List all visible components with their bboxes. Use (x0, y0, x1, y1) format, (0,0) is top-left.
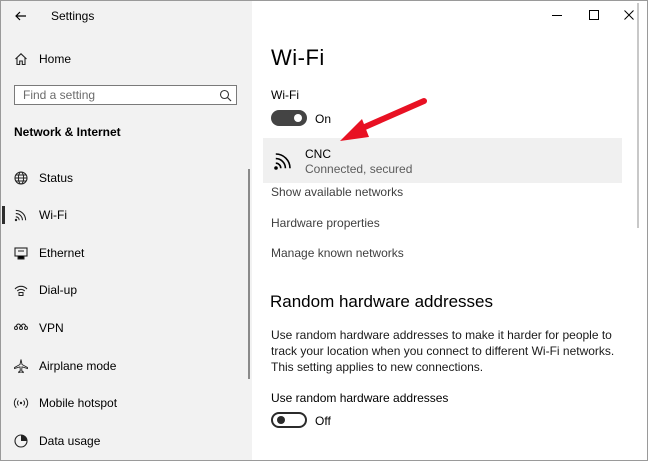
sidebar-item-ethernet[interactable]: Ethernet (1, 238, 252, 268)
data-usage-icon (14, 434, 28, 448)
sidebar-item-status[interactable]: Status (1, 163, 252, 193)
toggle-knob (277, 416, 285, 424)
random-hw-toggle-label: Use random hardware addresses (271, 391, 449, 405)
back-arrow-icon (15, 11, 26, 21)
dialup-icon (14, 285, 28, 296)
globe-icon (14, 171, 28, 185)
sidebar-item-mobile-hotspot[interactable]: Mobile hotspot (1, 388, 252, 418)
section-title: Network & Internet (14, 125, 121, 139)
vpn-icon (14, 323, 28, 330)
search-box[interactable] (14, 85, 237, 105)
annotation-arrow-icon (340, 98, 427, 141)
settings-window: Settings Home Network & Internet Status (0, 0, 648, 461)
title-bar: Settings (1, 1, 252, 31)
sidebar-item-label: Data usage (39, 434, 101, 448)
selection-indicator (2, 206, 5, 224)
maximize-button[interactable] (577, 1, 611, 29)
sidebar-item-label: Mobile hotspot (39, 396, 118, 410)
sidebar-item-wifi[interactable]: Wi-Fi (1, 200, 252, 230)
app-title: Settings (51, 9, 95, 23)
airplane-icon (14, 359, 28, 374)
random-hw-toggle-state: Off (315, 414, 331, 428)
hotspot-icon (13, 397, 29, 409)
close-button[interactable] (612, 1, 646, 29)
minimize-icon (552, 15, 562, 16)
page-title: Wi-Fi (271, 45, 325, 70)
sidebar-item-label: Dial-up (39, 283, 78, 297)
wifi-toggle-state: On (315, 112, 332, 126)
connected-network[interactable]: CNC Connected, secured (263, 138, 622, 183)
sidebar-item-label: Wi-Fi (39, 208, 67, 222)
sidebar-item-label: Status (39, 171, 74, 185)
wifi-toggle-label: Wi-Fi (271, 88, 299, 102)
sidebar-item-label: Ethernet (39, 246, 85, 260)
random-hw-toggle[interactable] (271, 412, 307, 428)
sidebar-item-dialup[interactable]: Dial-up (1, 275, 252, 305)
manage-known-networks-link[interactable]: Manage known networks (271, 246, 404, 260)
main-content: Wi-Fi Wi-Fi On CNC Connected, secured Sh… (252, 1, 647, 460)
wifi-signal-icon (274, 153, 291, 170)
search-input[interactable] (23, 88, 213, 102)
minimize-button[interactable] (540, 1, 574, 29)
sidebar-item-data-usage[interactable]: Data usage (1, 426, 252, 456)
ethernet-icon (14, 247, 28, 260)
back-button[interactable] (11, 6, 31, 26)
wifi-toggle[interactable] (271, 110, 307, 126)
toggle-knob (294, 114, 302, 122)
network-name: CNC (305, 147, 331, 161)
search-icon[interactable] (219, 89, 232, 102)
maximize-icon (589, 10, 599, 20)
home-link[interactable]: Home (1, 49, 252, 71)
sidebar-item-label: VPN (39, 321, 64, 335)
wifi-icon (14, 209, 27, 222)
sidebar-item-vpn[interactable]: VPN (1, 313, 252, 343)
network-status: Connected, secured (305, 162, 413, 176)
sidebar-scrollbar[interactable] (248, 169, 250, 379)
sidebar-item-label: Airplane mode (39, 359, 117, 373)
random-hw-heading: Random hardware addresses (270, 292, 494, 311)
main-scrollbar[interactable] (637, 3, 639, 228)
close-icon (624, 10, 634, 20)
random-hw-description: Use random hardware addresses to make it… (271, 328, 615, 374)
home-icon (15, 53, 27, 66)
hardware-properties-link[interactable]: Hardware properties (271, 216, 380, 230)
home-label: Home (39, 52, 72, 66)
show-available-networks-link[interactable]: Show available networks (271, 185, 403, 199)
sidebar-item-airplane-mode[interactable]: Airplane mode (1, 351, 252, 381)
sidebar: Settings Home Network & Internet Status (1, 1, 252, 460)
